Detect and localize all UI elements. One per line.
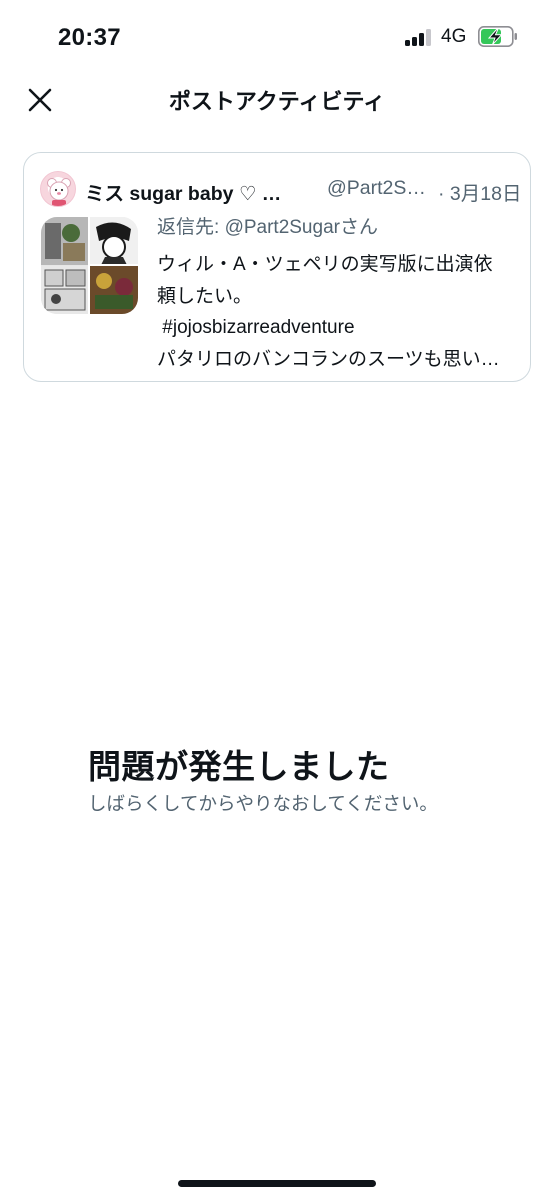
post-image-thumbnail[interactable] [41, 217, 138, 314]
hashtag-link[interactable]: #jojosbizarreadventure [157, 312, 517, 344]
battery-charging-icon [478, 26, 517, 47]
user-handle[interactable]: @Part2S… [327, 177, 426, 200]
post-text-line: パタリロのバンコランのスーツも思い… [157, 348, 500, 370]
home-indicator[interactable] [178, 1180, 376, 1187]
display-name[interactable]: ミス sugar baby ♡ … [85, 177, 281, 206]
header: ポストアクティビティ [0, 72, 554, 128]
status-bar: 20:37 4G [0, 0, 554, 72]
post-text: ウィル・A・ツェペリの実写版に出演依 頼したい。 #jojosbizarread… [157, 249, 517, 375]
bear-avatar-icon [47, 178, 71, 206]
status-time: 20:37 [58, 24, 121, 51]
reply-mention-link[interactable]: @Part2Sugarさん [225, 217, 378, 238]
post-card[interactable]: ミス sugar baby ♡ … @Part2S… · 3月18日 返信先: … [23, 152, 531, 382]
network-type: 4G [441, 26, 467, 47]
manga-collage-image [41, 217, 138, 314]
reply-prefix: 返信先: [157, 217, 225, 238]
reply-to-line: 返信先: @Part2Sugarさん [157, 213, 517, 243]
post-text-line: ウィル・A・ツェペリの実写版に出演依 [157, 254, 493, 275]
signal-icon [405, 29, 433, 46]
post-header: ミス sugar baby ♡ … @Part2S… · 3月18日 [40, 171, 521, 207]
error-message: しばらくしてからやりなおしてください。 [88, 793, 438, 814]
post-date: · 3月18日 [438, 183, 522, 205]
page-title: ポストアクティビティ [168, 89, 386, 114]
post-activity-screen: 20:37 4G ポストアクティビティ ミス sugar baby ♡ … @P… [0, 0, 554, 1200]
post-body: 返信先: @Part2Sugarさん ウィル・A・ツェペリの実写版に出演依 頼し… [157, 213, 517, 375]
error-title: 問題が発生しました [88, 748, 390, 785]
avatar[interactable] [40, 171, 76, 207]
post-text-line: 頼したい。 [157, 285, 253, 307]
